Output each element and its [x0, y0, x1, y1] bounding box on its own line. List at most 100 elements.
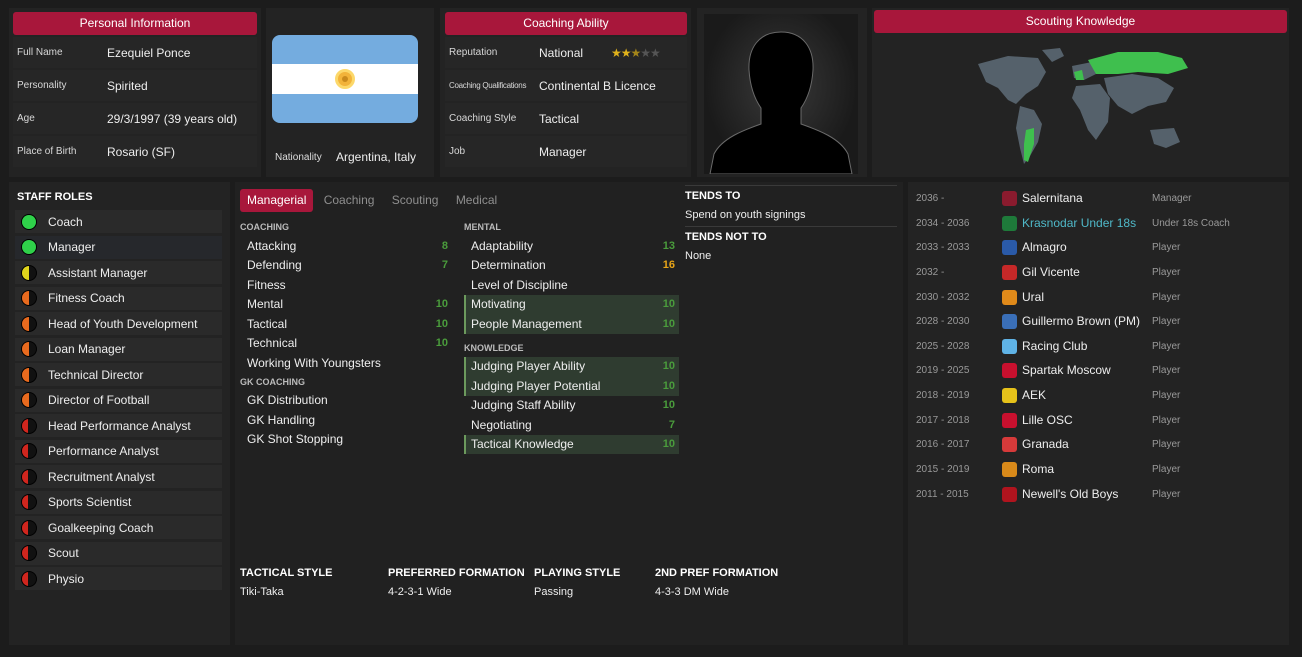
tab-scouting[interactable]: Scouting: [385, 189, 446, 212]
scouting-knowledge-panel: Scouting Knowledge: [872, 8, 1289, 177]
tab-managerial[interactable]: Managerial: [240, 189, 314, 212]
career-history-panel: 2036 - Salernitana Manager 2034 - 2036 Kras…: [908, 182, 1289, 645]
attr-gk-distribution: GK Distribution: [247, 393, 328, 408]
role-physio[interactable]: Physio: [15, 567, 222, 590]
career-row[interactable]: 2034 - 2036 Krasnodar Under 18s Under 18s …: [916, 213, 1296, 233]
attr-defending: Defending 7: [247, 258, 448, 273]
role-loan-manager[interactable]: Loan Manager: [15, 337, 222, 361]
attr-gk-shot-stopping: GK Shot Stopping: [247, 432, 344, 447]
suitability-dot-icon: [21, 239, 37, 255]
career-row[interactable]: 2016 - 2017 Granada Player: [916, 434, 1296, 454]
role-director-of-football[interactable]: Director of Football: [15, 388, 222, 412]
playing-style-block: PLAYING STYLE Passing: [534, 567, 621, 598]
career-row[interactable]: 2036 - Salernitana Manager: [916, 188, 1296, 208]
role-assistant-manager[interactable]: Assistant Manager: [15, 261, 222, 284]
job-row: Job Manager: [445, 136, 687, 167]
career-row[interactable]: 2025 - 2028 Racing Club Player: [916, 336, 1296, 356]
career-row[interactable]: 2019 - 2025 Spartak Moscow Player: [916, 360, 1296, 380]
personal-info-header: Personal Information: [13, 12, 257, 35]
role-head-performance-analyst[interactable]: Head Performance Analyst: [15, 414, 222, 437]
club-badge-icon: [1002, 362, 1017, 378]
suitability-dot-icon: [21, 213, 37, 230]
attr-judging-staff-ability: Judging Staff Ability 10: [471, 398, 675, 413]
job-value: Manager: [539, 144, 587, 159]
club-badge-icon: [1002, 239, 1017, 255]
role-sports-scientist[interactable]: Sports Scientist: [15, 490, 222, 514]
suitability-dot-icon: [21, 468, 37, 485]
coaching-style-value: Tactical: [539, 111, 580, 126]
role-manager[interactable]: Manager: [15, 235, 222, 259]
suitability-dot-icon: [21, 570, 37, 587]
coaching-attributes: COACHING Attacking 8 Defending 7 Fitness M…: [240, 222, 452, 449]
suitability-dot-icon: [21, 290, 37, 306]
mental-knowledge-attributes: MENTAL Adaptability 13 Determination 16 Le…: [464, 222, 679, 454]
personality-value: Spirited: [107, 78, 148, 93]
role-head-of-youth-development[interactable]: Head of Youth Development: [15, 312, 222, 335]
reputation-label: Reputation: [449, 47, 498, 58]
tab-coaching[interactable]: Coaching: [317, 189, 382, 212]
attr-technical: Technical 10: [247, 336, 448, 351]
role-coach[interactable]: Coach: [15, 210, 222, 233]
reputation-row: Reputation National ★★★★★: [445, 37, 687, 68]
career-row[interactable]: 2030 - 2032 Ural Player: [916, 287, 1296, 307]
role-goalkeeping-coach[interactable]: Goalkeeping Coach: [15, 516, 222, 539]
full-name-label: Full Name: [17, 47, 63, 58]
personality-row: Personality Spirited: [13, 70, 257, 101]
attr-mental: Mental 10: [247, 297, 448, 312]
argentina-flag-icon: [272, 35, 418, 123]
attr-gk-handling: GK Handling: [247, 412, 316, 427]
tab-medical[interactable]: Medical: [449, 189, 504, 212]
full-name-row: Full Name Ezequiel Ponce: [13, 37, 257, 68]
attributes-panel: Managerial Coaching Scouting Medical COA…: [235, 182, 903, 645]
attr-tactical: Tactical 10: [247, 316, 448, 331]
tactical-style-block: TACTICAL STYLE Tiki-Taka: [240, 567, 333, 598]
suitability-dot-icon: [21, 366, 37, 383]
avatar: [704, 14, 858, 174]
age-row: Age 29/3/1997 (39 years old): [13, 103, 257, 134]
attr-adaptability: Adaptability 13: [471, 238, 675, 253]
suitability-dot-icon: [21, 443, 37, 459]
career-row[interactable]: 2032 - Gil Vicente Player: [916, 262, 1296, 282]
full-name-value: Ezequiel Ponce: [107, 45, 191, 60]
place-of-birth-row: Place of Birth Rosario (SF): [13, 136, 257, 167]
reputation-value: National: [539, 45, 584, 60]
attr-judging-player-ability: Judging Player Ability 10: [464, 356, 679, 376]
career-row[interactable]: 2018 - 2019 AEK Player: [916, 385, 1296, 405]
nationality-value: Argentina, Italy: [336, 150, 417, 164]
career-row[interactable]: 2033 - 2033 Almagro Player: [916, 237, 1296, 257]
tends-not-to-title: TENDS NOT TO: [685, 231, 767, 243]
staff-roles-panel: STAFF ROLES Coach Manager Assistant Mana…: [9, 182, 230, 645]
club-badge-icon: [1002, 461, 1017, 477]
coaching-style-row: Coaching Style Tactical: [445, 103, 687, 134]
role-performance-analyst[interactable]: Performance Analyst: [15, 439, 222, 463]
career-row[interactable]: 2015 - 2019 Roma Player: [916, 459, 1296, 479]
career-row[interactable]: 2011 - 2015 Newell's Old Boys Player: [916, 484, 1296, 504]
coaching-section-header: COACHING: [240, 222, 289, 232]
world-map-icon: [978, 48, 1188, 164]
role-recruitment-analyst[interactable]: Recruitment Analyst: [15, 465, 222, 488]
club-badge-icon: [1002, 289, 1017, 305]
role-fitness-coach[interactable]: Fitness Coach: [15, 286, 222, 310]
attr-attacking: Attacking 8: [247, 238, 448, 253]
role-scout[interactable]: Scout: [15, 541, 222, 565]
attr-determination: Determination 16: [471, 258, 675, 273]
role-technical-director[interactable]: Technical Director: [15, 363, 222, 386]
attr-tactical-knowledge: Tactical Knowledge 10: [464, 434, 679, 454]
attr-people-management: People Management 10: [464, 314, 679, 334]
career-row[interactable]: 2017 - 2018 Lille OSC Player: [916, 410, 1296, 430]
tends-not-to-value: None: [685, 250, 712, 262]
club-badge-icon: [1002, 412, 1017, 428]
club-badge-icon: [1002, 264, 1017, 280]
person-silhouette-icon: [709, 31, 853, 174]
club-badge-icon: [1002, 215, 1017, 231]
attribute-tabs: Managerial Coaching Scouting Medical: [240, 189, 504, 212]
club-badge-icon: [1002, 190, 1017, 206]
coaching-style-label: Coaching Style: [449, 113, 517, 124]
gk-coaching-section-header: GK COACHING: [240, 376, 305, 387]
preferred-formation-block: PREFERRED FORMATION 4-2-3-1 Wide: [388, 567, 525, 598]
job-label: Job: [449, 146, 466, 157]
club-badge-icon: [1002, 486, 1017, 502]
career-row[interactable]: 2028 - 2030 Guillermo Brown (PM) Player: [916, 311, 1296, 331]
attr-level-of-discipline: Level of Discipline: [471, 277, 568, 292]
reputation-stars-icon: ★★★★★: [611, 45, 661, 60]
